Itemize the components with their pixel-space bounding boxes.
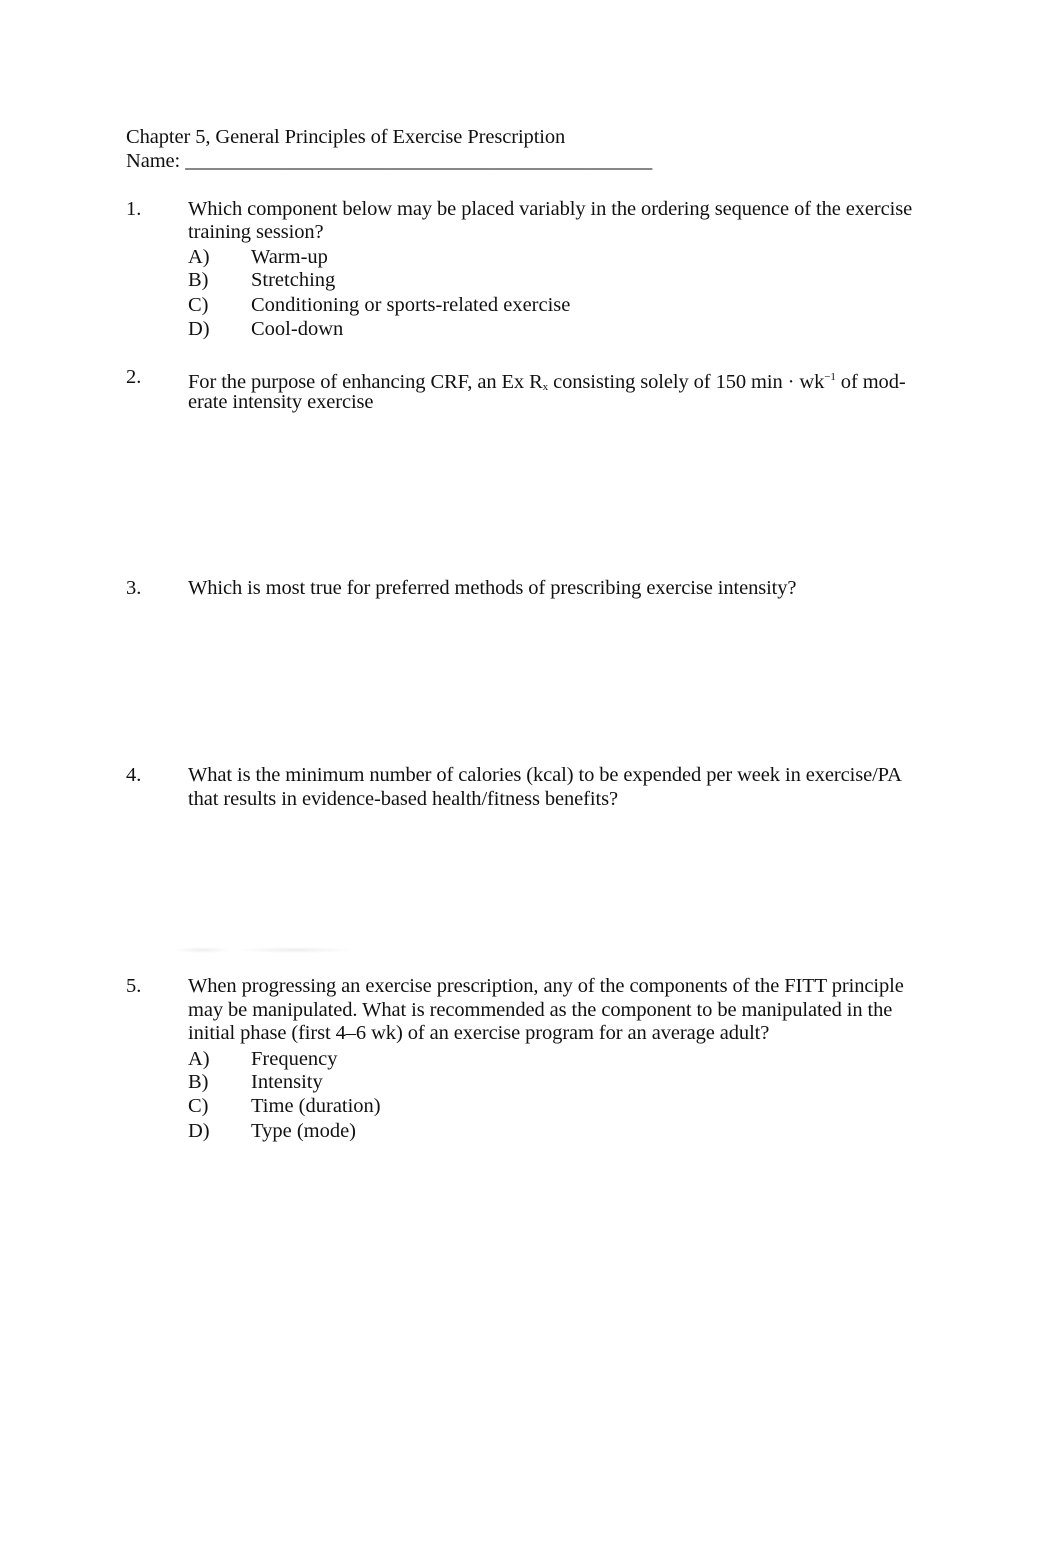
option-text: Conditioning or sports-related exercise (251, 294, 571, 316)
option-text: Time (duration) (251, 1095, 381, 1117)
question-number: 1. (126, 198, 142, 220)
scan-smudge (240, 947, 350, 953)
question-text-line: Which component below may be placed vari… (188, 198, 913, 220)
question-number: 4. (126, 764, 142, 786)
option-letter: C) (188, 294, 209, 316)
name-blank: ________________________________________… (185, 150, 653, 172)
option-text: Intensity (251, 1071, 323, 1093)
option-text: Warm-up (251, 246, 328, 268)
question-text-line: initial phase (first 4–6 wk) of an exerc… (188, 1022, 770, 1044)
option-letter: D) (188, 1120, 210, 1142)
name-field-line: Name: __________________________________… (126, 149, 652, 173)
question-number: 2. (126, 366, 142, 388)
option-text: Stretching (251, 269, 336, 291)
question-text-line: training session? (188, 221, 324, 243)
question-text-line: What is the minimum number of calories (… (188, 764, 902, 786)
option-text: Frequency (251, 1048, 338, 1070)
name-label: Name: (126, 150, 181, 172)
question-text-line: When progressing an exercise prescriptio… (188, 975, 904, 997)
question-text-line: Which is most true for preferred methods… (188, 577, 797, 599)
document-page: Chapter 5, General Principles of Exercis… (0, 0, 1062, 1561)
option-letter: A) (188, 246, 210, 268)
question-text-line: that results in evidence-based health/fi… (188, 788, 618, 810)
option-text: Cool-down (251, 318, 344, 340)
option-text: Type (mode) (251, 1120, 357, 1142)
scan-smudge (176, 947, 228, 953)
superscript-minus-one: −1 (824, 371, 836, 383)
question-text-line: may be manipulated. What is recommended … (188, 999, 893, 1021)
document-title: Chapter 5, General Principles of Exercis… (126, 126, 566, 148)
question-number: 5. (126, 975, 142, 997)
question-text-line: erate intensity exercise (188, 391, 374, 413)
option-letter: D) (188, 318, 210, 340)
option-letter: C) (188, 1095, 209, 1117)
option-letter: B) (188, 1071, 209, 1093)
option-letter: B) (188, 269, 209, 291)
option-letter: A) (188, 1048, 210, 1070)
question-number: 3. (126, 577, 142, 599)
